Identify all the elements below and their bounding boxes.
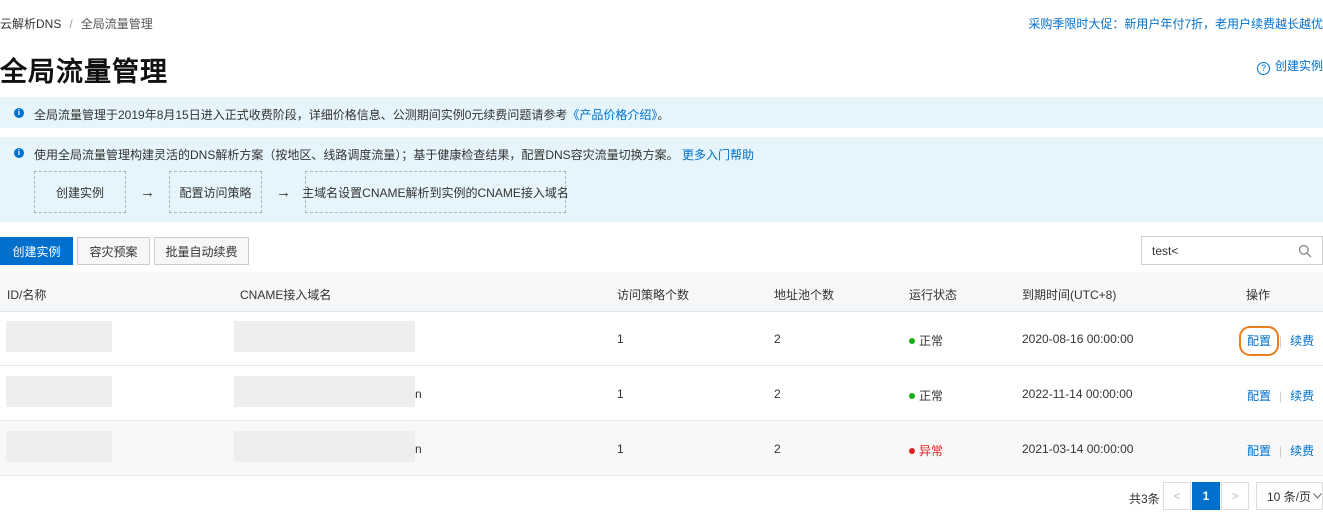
pool-count: 2	[774, 387, 781, 401]
policy-count: 1	[617, 332, 624, 346]
col-cname: CNAME接入域名	[240, 288, 332, 302]
create-instance-top-link[interactable]: ? 创建实例	[1256, 57, 1323, 75]
ops-separator: |	[1279, 334, 1283, 348]
col-status: 运行状态	[909, 288, 958, 302]
ops-separator: |	[1279, 444, 1283, 458]
status-label: 正常	[919, 389, 944, 403]
status-dot-icon	[909, 338, 915, 344]
getting-started-body: 使用全局流量管理构建灵活的DNS解析方案（按地区、线路调度流量）；基于健康检查结…	[34, 148, 679, 162]
ops-separator: |	[1279, 389, 1283, 403]
status-label: 正常	[919, 334, 944, 348]
policy-count: 1	[617, 442, 624, 456]
disaster-recovery-button[interactable]: 容灾预案	[77, 237, 150, 265]
redacted-cname	[234, 431, 415, 462]
search-box	[1141, 236, 1323, 265]
pricing-intro-link[interactable]: 《产品价格介绍》	[567, 108, 657, 122]
row-actions: 配置 | 续费	[1238, 326, 1314, 356]
breadcrumb-root[interactable]: 云解析DNS	[0, 17, 61, 31]
pricing-notice-suffix: 。	[657, 108, 670, 122]
cname-tail: n	[415, 387, 422, 401]
table-row: n 1 2 正常 2022-11-14 00:00:00 配置 | 续费	[0, 366, 1323, 421]
table-row: n 1 2 异常 2021-03-14 00:00:00 配置 | 续费	[0, 421, 1323, 476]
expiry-time: 2022-11-14 00:00:00	[1022, 387, 1133, 401]
create-instance-top-label: 创建实例	[1274, 59, 1323, 73]
status-label: 异常	[919, 444, 944, 458]
row-actions: 配置 | 续费	[1247, 387, 1314, 404]
policy-count: 1	[617, 387, 624, 401]
chevron-down-icon	[1313, 493, 1322, 499]
breadcrumb-separator: /	[69, 17, 73, 31]
search-icon[interactable]	[1298, 244, 1312, 258]
arrow-right-icon: →	[140, 184, 155, 201]
step-create-instance: 创建实例	[34, 171, 126, 213]
step-configure-policy: 配置访问策略	[169, 171, 262, 213]
redacted-cname	[234, 376, 415, 407]
arrow-right-icon: →	[276, 184, 291, 201]
col-id-name: ID/名称	[7, 288, 47, 302]
page-title: 全局流量管理	[0, 57, 168, 87]
status-badge: 正常	[909, 387, 943, 404]
breadcrumb: 云解析DNS / 全局流量管理	[0, 15, 153, 32]
col-policy-count: 访问策略个数	[617, 288, 690, 302]
status-dot-icon	[909, 393, 915, 399]
step-set-cname: 主域名设置CNAME解析到实例的CNAME接入域名	[302, 171, 569, 213]
col-actions: 操作	[1246, 288, 1271, 302]
info-icon: i	[14, 108, 24, 118]
page-size-select[interactable]: 10 条/页	[1256, 482, 1323, 510]
config-link[interactable]: 配置	[1247, 444, 1271, 458]
status-badge: 正常	[909, 332, 943, 349]
renew-link[interactable]: 续费	[1290, 389, 1314, 403]
help-circle-icon: ?	[1256, 62, 1270, 75]
redacted-id	[6, 431, 112, 462]
config-link[interactable]: 配置	[1247, 389, 1271, 403]
promo-link[interactable]: 采购季限时大促：新用户年付7折，老用户续费越长越优	[1028, 15, 1323, 32]
table-row: 1 2 正常 2020-08-16 00:00:00 配置 | 续费	[0, 311, 1323, 366]
next-page-button[interactable]: >	[1221, 482, 1249, 510]
renew-link[interactable]: 续费	[1290, 444, 1314, 458]
expiry-time: 2020-08-16 00:00:00	[1022, 332, 1134, 346]
col-expiry: 到期时间(UTC+8)	[1022, 288, 1117, 302]
config-link[interactable]: 配置	[1238, 326, 1280, 356]
status-dot-icon	[909, 448, 915, 454]
search-input[interactable]	[1142, 237, 1302, 264]
page-size-label: 10 条/页	[1267, 489, 1312, 504]
info-icon: i	[14, 148, 24, 158]
pricing-notice-text: 全局流量管理于2019年8月15日进入正式收费阶段，详细价格信息、公测期间实例0…	[34, 106, 669, 123]
status-badge: 异常	[909, 442, 943, 459]
redacted-id	[6, 376, 112, 407]
col-pool-count: 地址池个数	[774, 288, 835, 302]
create-instance-button[interactable]: 创建实例	[0, 237, 73, 265]
breadcrumb-current: 全局流量管理	[80, 17, 153, 31]
batch-auto-renew-button[interactable]: 批量自动续费	[154, 237, 249, 265]
getting-started-text: 使用全局流量管理构建灵活的DNS解析方案（按地区、线路调度流量）；基于健康检查结…	[34, 146, 754, 163]
total-count: 共3条	[1129, 492, 1160, 506]
page-1-button[interactable]: 1	[1192, 482, 1220, 510]
pricing-notice: i 全局流量管理于2019年8月15日进入正式收费阶段，详细价格信息、公测期间实…	[0, 97, 1323, 128]
cname-tail: n	[415, 442, 422, 456]
pricing-notice-body: 全局流量管理于2019年8月15日进入正式收费阶段，详细价格信息、公测期间实例0…	[34, 108, 568, 122]
renew-link[interactable]: 续费	[1290, 334, 1314, 348]
row-actions: 配置 | 续费	[1247, 442, 1314, 459]
more-help-link[interactable]: 更多入门帮助	[682, 148, 754, 162]
pool-count: 2	[774, 442, 781, 456]
table-header: ID/名称 CNAME接入域名 访问策略个数 地址池个数 运行状态 到期时间(U…	[0, 272, 1323, 312]
prev-page-button[interactable]: <	[1163, 482, 1191, 510]
pool-count: 2	[774, 332, 781, 346]
redacted-cname	[234, 321, 415, 352]
expiry-time: 2021-03-14 00:00:00	[1022, 442, 1134, 456]
redacted-id	[6, 321, 112, 352]
